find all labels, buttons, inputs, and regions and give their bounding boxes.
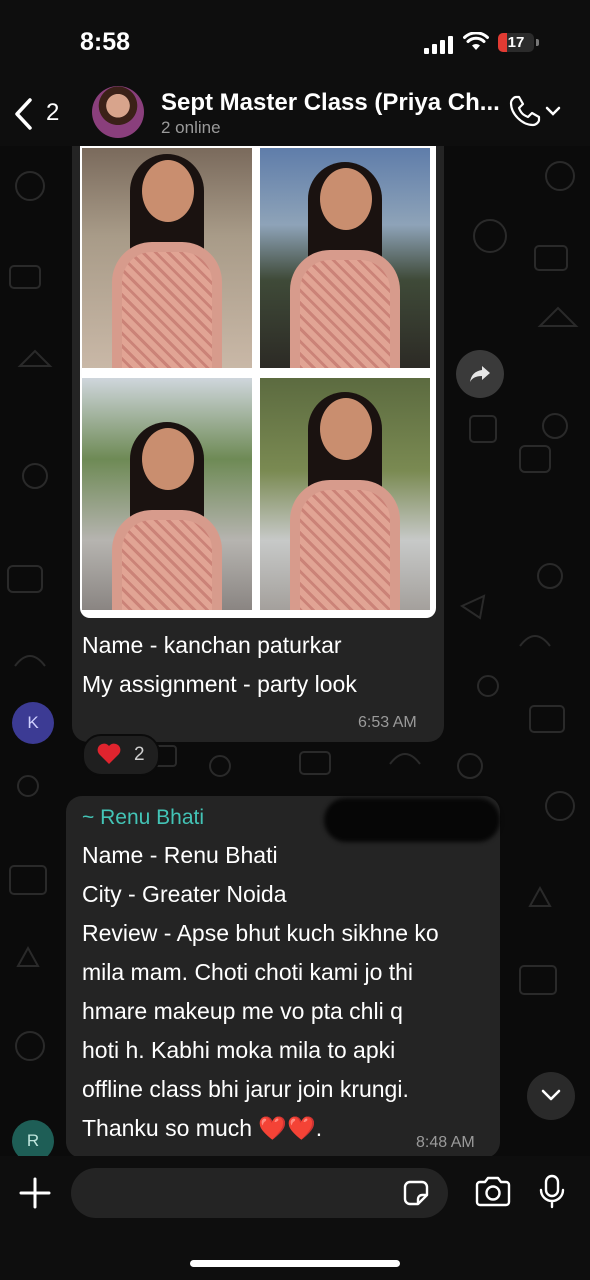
message-text-line: hoti h. Kabhi moka mila to apki	[82, 1037, 396, 1063]
mic-icon[interactable]	[538, 1174, 566, 1210]
reaction-pill[interactable]: 2	[82, 734, 160, 776]
message-text-line: offline class bhi jarur join krungi.	[82, 1076, 409, 1102]
scroll-to-bottom-button[interactable]	[527, 1072, 575, 1120]
heart-icon	[97, 743, 121, 764]
message-timestamp: 6:53 AM	[358, 714, 417, 731]
battery-icon: 17	[498, 33, 534, 52]
message-timestamp: 8:48 AM	[416, 1134, 475, 1151]
reaction-count: 2	[134, 744, 145, 765]
sender-avatar[interactable]: R	[12, 1120, 54, 1156]
back-chevron-icon[interactable]	[12, 96, 36, 132]
wifi-icon	[463, 32, 489, 50]
home-indicator[interactable]	[190, 1260, 400, 1267]
group-name[interactable]: Sept Master Class (Priya Ch...	[161, 89, 500, 117]
camera-icon[interactable]	[474, 1176, 512, 1208]
sender-name[interactable]: ~ Renu Bhati	[82, 806, 204, 830]
chat-header: 2 Sept Master Class (Priya Ch... 2 onlin…	[0, 80, 590, 146]
forward-button[interactable]	[456, 350, 504, 398]
forward-icon	[470, 366, 490, 382]
back-unread-count[interactable]: 2	[46, 99, 59, 127]
status-time: 8:58	[80, 28, 131, 56]
battery-tip	[536, 39, 539, 46]
album-photo-3[interactable]	[82, 378, 252, 610]
online-count: 2 online	[161, 118, 221, 137]
message-text-line: Review - Apse bhut kuch sikhne ko	[82, 920, 439, 946]
message-bubble-album[interactable]: Name - kanchan paturkar My assignment - …	[72, 146, 444, 742]
phone-icon[interactable]	[508, 94, 542, 128]
message-text-line: My assignment - party look	[82, 671, 357, 697]
message-text-line: City - Greater Noida	[82, 881, 287, 907]
message-bubble-text[interactable]: ~ Renu Bhati Name - Renu Bhati City - Gr…	[66, 796, 500, 1156]
redacted-phone-number	[324, 798, 500, 842]
heart-emoji: ❤️❤️.	[258, 1115, 323, 1141]
message-text-line: Name - kanchan paturkar	[82, 632, 342, 658]
message-text-segment: Thanku so much	[82, 1115, 253, 1141]
sender-avatar[interactable]: K	[12, 702, 54, 744]
sticker-icon[interactable]	[401, 1178, 431, 1208]
cellular-signal-icon	[424, 36, 454, 54]
battery-level: 17	[507, 34, 525, 51]
album-photo-1[interactable]	[82, 148, 252, 368]
plus-icon[interactable]	[18, 1176, 52, 1210]
album-photo-4[interactable]	[260, 378, 430, 610]
avatar-letter: R	[26, 1131, 40, 1150]
message-text-line: mila mam. Choti choti kami jo thi	[82, 959, 414, 985]
group-avatar[interactable]	[92, 86, 144, 138]
message-text-line: Thanku so much ❤️❤️.	[82, 1109, 322, 1148]
chevron-down-icon	[541, 1089, 561, 1101]
status-bar: 8:58 17	[0, 0, 590, 80]
avatar-letter: K	[27, 713, 39, 732]
album-photo-2[interactable]	[260, 148, 430, 368]
input-bar	[0, 1156, 590, 1280]
photo-album[interactable]	[80, 146, 436, 618]
chat-area[interactable]: Name - kanchan paturkar My assignment - …	[0, 146, 590, 1156]
chevron-down-icon[interactable]	[545, 105, 561, 117]
message-text-line: Name - Renu Bhati	[82, 842, 278, 868]
message-text-line: hmare makeup me vo pta chli q	[82, 998, 403, 1024]
message-input[interactable]	[71, 1168, 448, 1218]
